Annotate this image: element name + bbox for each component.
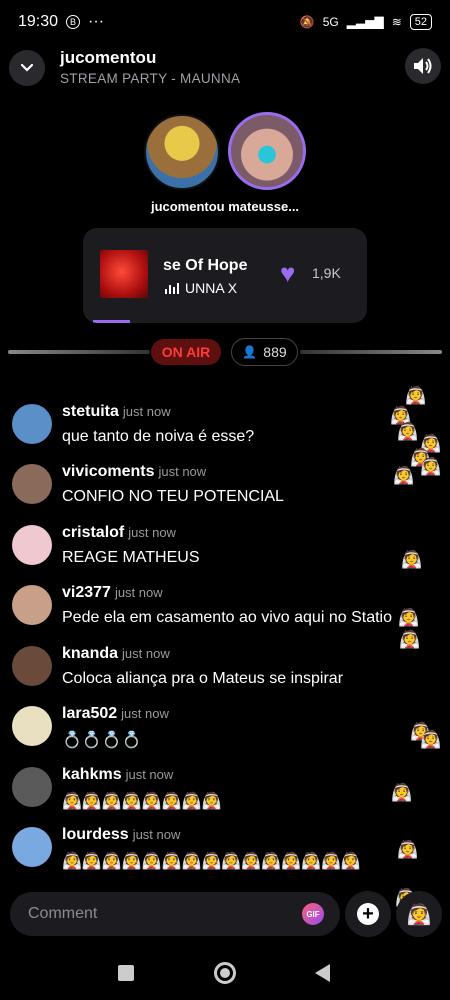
- avatar[interactable]: [12, 525, 52, 565]
- timestamp: just now: [132, 827, 181, 842]
- avatar[interactable]: [12, 464, 52, 504]
- chat-list[interactable]: stetuita just now que tanto de noiva é es…: [0, 398, 450, 878]
- username[interactable]: vivicoments: [62, 463, 154, 480]
- avatar-host[interactable]: [144, 114, 220, 190]
- username[interactable]: cristalof: [62, 524, 124, 541]
- live-status-row: ON AIR 👤 889: [0, 337, 450, 367]
- page-title: jucomentou: [60, 48, 157, 67]
- participant-names: jucomentou mateusse...: [150, 199, 300, 214]
- song-artist-row: UNNA X: [165, 280, 237, 296]
- timestamp: just now: [122, 404, 171, 419]
- avatar[interactable]: [12, 706, 52, 746]
- speaker-icon: [414, 58, 432, 74]
- more-notifications-icon: ···: [88, 13, 105, 30]
- username[interactable]: lara502: [62, 705, 117, 722]
- message-text: Coloca aliança pra o Mateus se inspirar: [62, 670, 344, 687]
- message-text: 👰👰👰👰👰👰👰👰: [62, 793, 222, 810]
- bride-emoji-icon: 👰: [398, 608, 420, 627]
- recents-icon[interactable]: [118, 965, 134, 981]
- participants: [0, 112, 450, 192]
- comment-input[interactable]: [10, 892, 340, 936]
- chat-message: knanda just now Coloca aliança pra o Mate…: [12, 640, 412, 692]
- battery-icon: 52: [409, 14, 432, 30]
- avatar[interactable]: [12, 767, 52, 807]
- message-text: 💍💍💍💍: [62, 732, 142, 749]
- person-icon: 👤: [242, 345, 258, 359]
- divider-left: [8, 350, 150, 354]
- gif-button[interactable]: GIF: [302, 903, 324, 925]
- back-icon[interactable]: [315, 964, 330, 982]
- status-bar: 19:30 B ··· 🔕 5G ▂▃▅▇ ≋ 52: [0, 0, 450, 44]
- username[interactable]: kahkms: [62, 766, 122, 783]
- bride-emoji-icon: 👰: [393, 466, 415, 485]
- collapse-button[interactable]: [9, 50, 45, 86]
- home-icon[interactable]: [214, 962, 236, 984]
- equalizer-icon: [165, 282, 179, 294]
- message-text: que tanto de noiva é esse?: [62, 428, 255, 445]
- chat-message: lourdess just now 👰👰👰👰👰👰👰👰👰👰👰👰👰👰👰: [12, 821, 412, 873]
- mute-icon: 🔕: [299, 15, 315, 29]
- timestamp: just now: [128, 525, 176, 540]
- system-nav-bar: [0, 950, 450, 1000]
- comment-bar: GIF + 👰: [0, 890, 450, 940]
- timestamp: just now: [122, 646, 170, 661]
- plus-icon: +: [357, 903, 379, 925]
- message-text: CONFIO NO TEU POTENCIAL: [62, 488, 284, 505]
- song-progress: [93, 320, 130, 323]
- heart-icon[interactable]: ♥: [280, 258, 295, 289]
- add-button[interactable]: +: [345, 891, 391, 937]
- song-artist: UNNA X: [185, 280, 238, 296]
- chat-message: cristalof just now REAGE MATHEUS: [12, 519, 412, 571]
- timestamp: just now: [125, 767, 174, 782]
- b-notification-icon: B: [66, 15, 81, 29]
- viewer-count-badge[interactable]: 👤 889: [231, 338, 298, 366]
- timestamp: just now: [121, 706, 169, 721]
- username[interactable]: vi2377: [62, 584, 111, 601]
- timestamp: just now: [114, 585, 163, 600]
- on-air-badge: ON AIR: [151, 339, 221, 365]
- username[interactable]: stetuita: [62, 403, 119, 420]
- chat-message: stetuita just now que tanto de noiva é es…: [12, 398, 412, 450]
- signal-icon: ▂▃▅▇: [346, 15, 384, 29]
- bride-emoji-icon: 👰: [420, 457, 442, 476]
- bride-emoji-icon: 👰: [391, 783, 413, 802]
- chat-message: vivicoments just now CONFIO NO TEU POTENC…: [12, 458, 412, 510]
- message-text: REAGE MATHEUS: [62, 549, 200, 566]
- chat-message: kahkms just now 👰👰👰👰👰👰👰👰: [12, 761, 412, 813]
- viewer-count: 889: [263, 344, 287, 360]
- chat-message: lara502 just now 💍💍💍💍: [12, 700, 412, 752]
- avatar[interactable]: [12, 404, 52, 444]
- page-subtitle: STREAM PARTY - MAUNNA: [60, 71, 241, 86]
- like-count: 1,9K: [312, 265, 341, 281]
- avatar[interactable]: [12, 646, 52, 686]
- username[interactable]: lourdess: [62, 826, 129, 843]
- chat-message: vi2377 just now Pede ela em casamento ao …: [12, 579, 412, 631]
- now-playing-card[interactable]: se Of Hope UNNA X ♥ 1,9K: [83, 228, 367, 323]
- reaction-button[interactable]: 👰: [396, 891, 442, 937]
- status-time: 19:30: [18, 13, 59, 30]
- avatar-guest[interactable]: [228, 112, 306, 190]
- bride-emoji-icon: 👰: [397, 422, 419, 441]
- avatar[interactable]: [12, 827, 52, 867]
- username[interactable]: knanda: [62, 645, 118, 662]
- avatar[interactable]: [12, 585, 52, 625]
- album-art: [100, 250, 148, 298]
- bride-emoji-icon: 👰: [401, 550, 423, 569]
- message-text: Pede ela em casamento ao vivo aqui no St…: [62, 609, 392, 626]
- bride-emoji-icon: 👰: [405, 386, 427, 405]
- bride-emoji-icon: 👰: [397, 840, 419, 859]
- bride-emoji-icon: 👰: [420, 730, 442, 749]
- divider-right: [300, 350, 442, 354]
- network-label: 5G: [322, 15, 339, 29]
- timestamp: just now: [158, 464, 207, 479]
- wifi-icon: ≋: [391, 15, 402, 29]
- sound-button[interactable]: [405, 48, 441, 84]
- bride-emoji-icon: 👰: [399, 630, 421, 649]
- song-title: se Of Hope: [163, 257, 248, 274]
- chevron-down-icon: [20, 63, 34, 72]
- message-text: 👰👰👰👰👰👰👰👰👰👰👰👰👰👰👰: [62, 853, 361, 870]
- header: jucomentou STREAM PARTY - MAUNNA: [0, 44, 450, 96]
